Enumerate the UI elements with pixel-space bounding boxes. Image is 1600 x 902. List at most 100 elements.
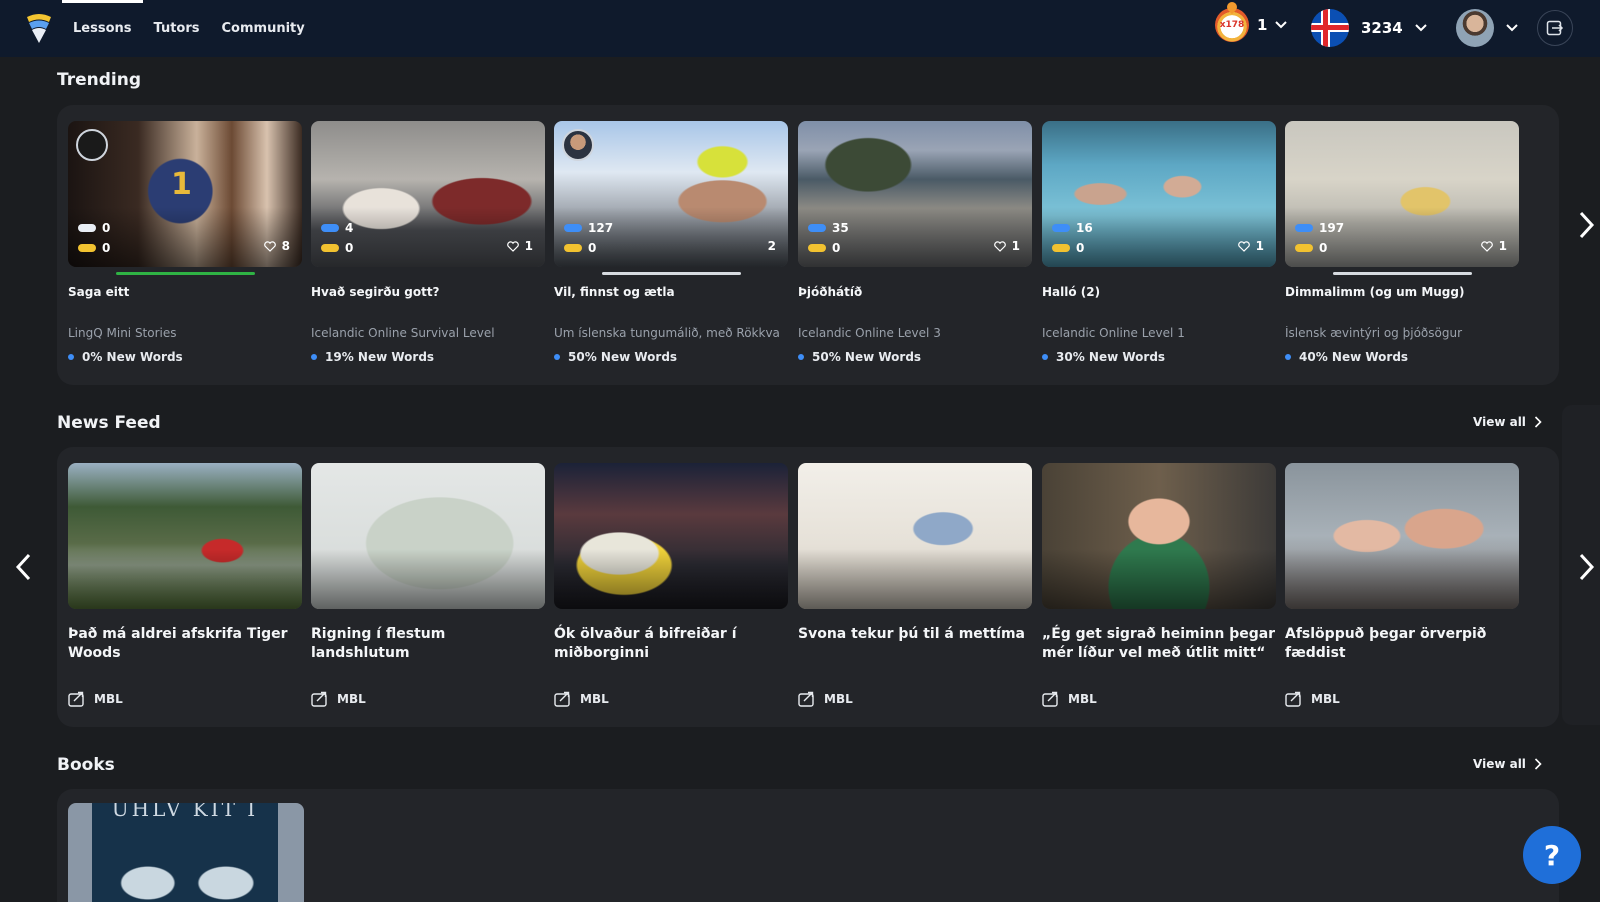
lesson-thumbnail: 4 0 1: [311, 121, 545, 267]
language-coins-menu[interactable]: 3234: [1311, 9, 1427, 47]
news-source: MBL: [1042, 691, 1097, 707]
news-view-all-link[interactable]: View all: [1473, 415, 1542, 429]
nav-tutors[interactable]: Tutors: [143, 0, 211, 57]
news-title: Rigning í flestum landshlutum: [311, 626, 446, 661]
new-words: 50% New Words: [554, 350, 677, 364]
lesson-course: Icelandic Online Level 1: [1042, 326, 1185, 340]
books-title: Books: [57, 755, 115, 775]
news-title: Svona tekur þú til á mettíma: [798, 626, 1026, 642]
lesson-thumbnail: 197 0 1: [1285, 121, 1519, 267]
external-source-icon: [554, 691, 570, 707]
chevron-right-icon: [1534, 416, 1542, 428]
lesson-title: Vil, finnst og ætla: [554, 285, 675, 299]
news-card[interactable]: Rigning í flestum landshlutum MBL: [311, 463, 545, 707]
news-card[interactable]: Afslöppuð þegar örverpið fæddist MBL: [1285, 463, 1519, 707]
lesson-card[interactable]: 16 0 1 Halló (2) Icelandic Online Level …: [1042, 121, 1276, 364]
lesson-title: Saga eitt: [68, 285, 130, 299]
lingqs-stat: 0: [321, 241, 353, 255]
main-nav: Lessons Tutors Community: [62, 0, 316, 57]
known-words-stat: 16: [1052, 221, 1093, 235]
lesson-card[interactable]: 127 0 2 Vil, finnst og ætla Um íslenska …: [554, 121, 788, 364]
streak-count: 1: [1257, 16, 1268, 34]
book-card[interactable]: ÚHLV KIT I: [68, 803, 304, 902]
chevron-down-icon: [1275, 21, 1288, 29]
news-source: MBL: [311, 691, 366, 707]
lesson-course: Icelandic Online Level 3: [798, 326, 941, 340]
news-card[interactable]: Svona tekur þú til á mettíma MBL: [798, 463, 1032, 707]
news-title: „Ég get sigrað heiminn þegar mér líður v…: [1042, 626, 1276, 661]
news-thumbnail: [68, 463, 302, 609]
news-thumbnail: [554, 463, 788, 609]
chevron-left-icon[interactable]: [14, 552, 34, 582]
external-source-icon: [311, 691, 327, 707]
known-words-stat: 0: [78, 221, 110, 235]
book-cover: ÚHLV KIT I: [68, 803, 304, 902]
news-source: MBL: [798, 691, 853, 707]
iceland-flag-icon: [1311, 9, 1349, 47]
new-words: 30% New Words: [1042, 350, 1165, 364]
lingq-logo-icon[interactable]: [24, 12, 54, 44]
book-cover-title: ÚHLV KIT I: [111, 803, 259, 821]
lesson-card[interactable]: 197 0 1 Dimmalimm (og um Mugg) Íslensk æ…: [1285, 121, 1519, 364]
lesson-card[interactable]: 1 0 0 8 Saga eitt LingQ Mini Stories 0% …: [68, 121, 302, 364]
lesson-number-graphic: 1: [171, 167, 192, 202]
news-card[interactable]: „Ég get sigrað heiminn þegar mér líður v…: [1042, 463, 1276, 707]
news-thumbnail: [1042, 463, 1276, 609]
news-title: Það má aldrei afskrifa Tiger Woods: [68, 626, 288, 661]
coins-count: 3234: [1361, 19, 1403, 37]
books-view-all-link[interactable]: View all: [1473, 757, 1542, 771]
chevron-right-icon[interactable]: [1576, 210, 1596, 240]
top-navigation-bar: Lessons Tutors Community x178 1 3234: [0, 0, 1600, 57]
likes[interactable]: 1: [1237, 239, 1264, 253]
streak-menu[interactable]: x178 1: [1215, 8, 1288, 42]
news-title: Afslöppuð þegar örverpið fæddist: [1285, 626, 1487, 661]
news-thumbnail: [798, 463, 1032, 609]
lesson-card[interactable]: 35 0 1 Þjóðhátíð Icelandic Online Level …: [798, 121, 1032, 364]
news-source: MBL: [1285, 691, 1340, 707]
lesson-course: Um íslenska tungumálið, með Rökkva: [554, 326, 780, 340]
lingqs-stat: 0: [78, 241, 110, 255]
chevron-right-icon[interactable]: [1576, 552, 1596, 582]
lesson-thumbnail: 127 0 2: [554, 121, 788, 267]
likes[interactable]: 1: [993, 239, 1020, 253]
news-thumbnail: [1285, 463, 1519, 609]
chevron-right-icon: [1534, 758, 1542, 770]
profile-menu[interactable]: [1456, 9, 1518, 47]
new-words: 19% New Words: [311, 350, 434, 364]
lesson-thumbnail: 35 0 1: [798, 121, 1032, 267]
heart-icon: [1237, 240, 1250, 252]
author-avatar: [562, 129, 594, 161]
news-card[interactable]: Ók ölvaður á bifreiðar í miðborginni MBL: [554, 463, 788, 707]
lingqs-stat: 0: [564, 241, 596, 255]
likes[interactable]: 8: [263, 239, 290, 253]
logout-button[interactable]: [1537, 10, 1573, 46]
nav-lessons[interactable]: Lessons: [62, 0, 143, 57]
news-card[interactable]: Það má aldrei afskrifa Tiger Woods MBL: [68, 463, 302, 707]
books-panel: ÚHLV KIT I: [57, 789, 1559, 902]
known-words-stat: 127: [564, 221, 613, 235]
lesson-course: Íslensk ævintýri og þjóðsögur: [1285, 326, 1462, 340]
new-words: 50% New Words: [798, 350, 921, 364]
news-feed-panel: Það má aldrei afskrifa Tiger Woods MBL R…: [57, 447, 1559, 727]
lesson-card[interactable]: 4 0 1 Hvað segirðu gott? Icelandic Onlin…: [311, 121, 545, 364]
help-button[interactable]: ?: [1523, 826, 1581, 884]
lesson-thumbnail: 1 0 0 8: [68, 121, 302, 267]
lesson-title: Hvað segirðu gott?: [311, 285, 440, 299]
nav-community[interactable]: Community: [211, 0, 316, 57]
news-source: MBL: [554, 691, 609, 707]
lesson-title: Þjóðhátíð: [798, 285, 863, 299]
likes[interactable]: 1: [1480, 239, 1507, 253]
news-thumbnail: [311, 463, 545, 609]
likes[interactable]: 2: [768, 239, 776, 253]
heart-icon: [993, 240, 1006, 252]
heart-icon: [1480, 240, 1493, 252]
lesson-progress-bar: [1333, 272, 1472, 275]
lesson-course: Icelandic Online Survival Level: [311, 326, 495, 340]
chevron-down-icon: [1415, 24, 1427, 32]
trending-title: Trending: [57, 70, 142, 90]
lesson-thumbnail: 16 0 1: [1042, 121, 1276, 267]
trending-panel: 1 0 0 8 Saga eitt LingQ Mini Stories 0% …: [57, 105, 1559, 385]
heart-icon: [263, 240, 276, 252]
likes[interactable]: 1: [506, 239, 533, 253]
logout-icon: [1546, 20, 1564, 36]
